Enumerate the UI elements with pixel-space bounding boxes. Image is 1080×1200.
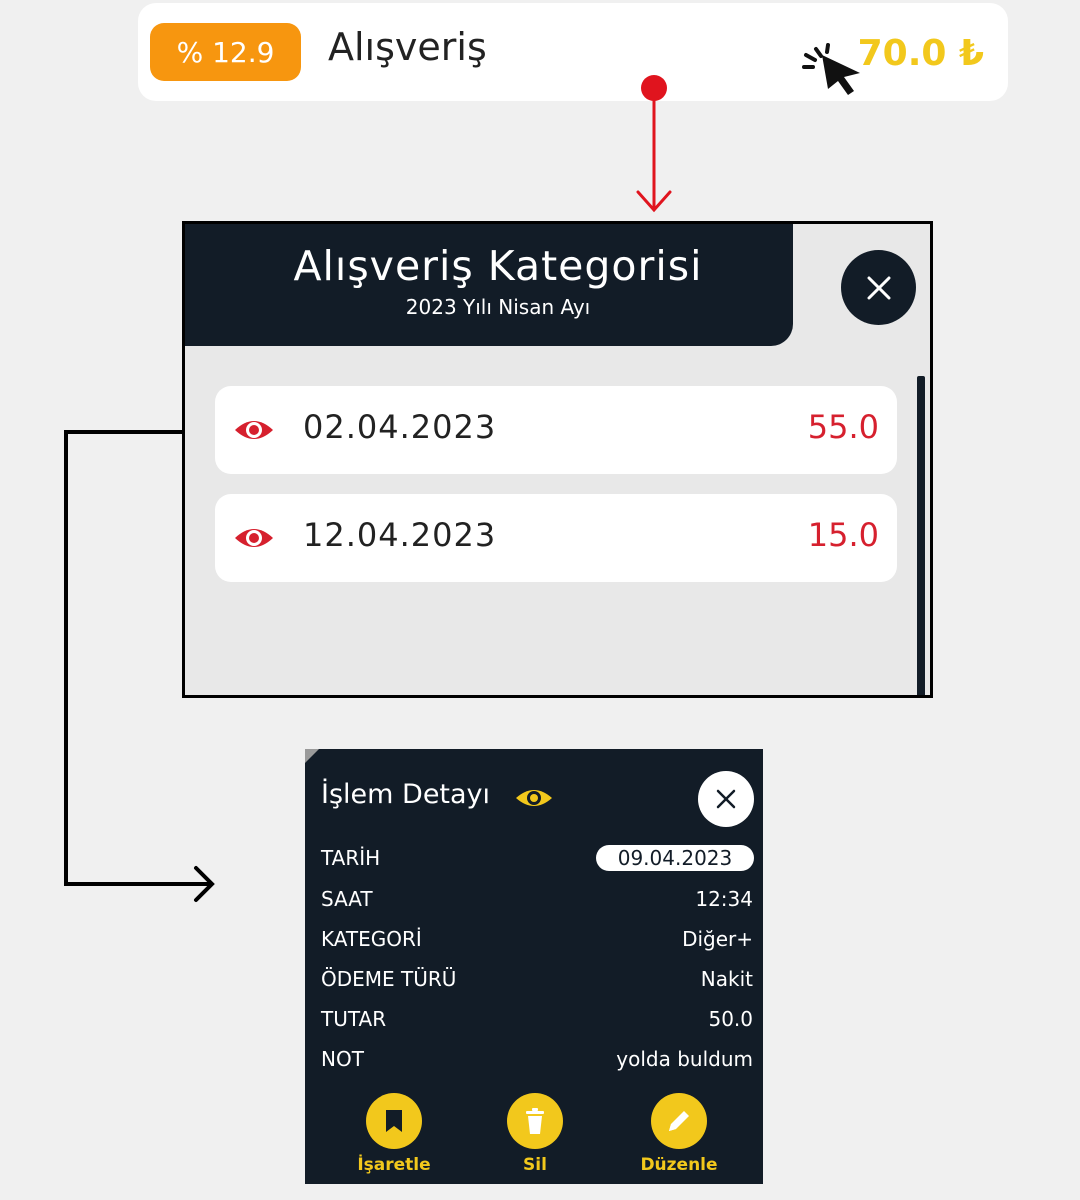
transaction-date: 02.04.2023 <box>303 408 497 446</box>
dialog-title: Alışveriş Kategorisi <box>293 242 703 290</box>
detail-close-button[interactable] <box>698 771 754 827</box>
edit-button-label: Düzenle <box>640 1155 718 1175</box>
field-label-category: KATEGORİ <box>321 927 422 951</box>
dialog-subtitle: 2023 Yılı Nisan Ayı <box>405 295 591 319</box>
transaction-date: 12.04.2023 <box>303 516 497 554</box>
transaction-row[interactable]: 12.04.2023 15.0 <box>215 494 897 582</box>
delete-button-circle <box>507 1093 563 1149</box>
category-name: Alışveriş <box>328 25 487 69</box>
close-icon <box>716 789 736 809</box>
transaction-amount: 55.0 <box>807 408 879 446</box>
mark-button-label: İşaretle <box>357 1155 431 1175</box>
field-value-category: Diğer+ <box>682 927 753 951</box>
scrollbar[interactable] <box>917 376 925 695</box>
field-value-amount: 50.0 <box>708 1007 753 1031</box>
field-value-note: yolda buldum <box>616 1047 753 1071</box>
field-value-time: 12:34 <box>695 887 753 911</box>
delete-button[interactable]: Sil <box>480 1093 590 1175</box>
trash-icon <box>526 1108 544 1134</box>
field-label-date: TARİH <box>321 846 381 870</box>
field-label-amount: TUTAR <box>321 1007 387 1031</box>
transaction-amount: 15.0 <box>807 516 879 554</box>
field-label-payment-type: ÖDEME TÜRÜ <box>321 967 457 991</box>
dialog-header: Alışveriş Kategorisi 2023 Yılı Nisan Ayı <box>185 224 793 346</box>
category-amount: 70.0 ₺ <box>857 33 984 74</box>
click-cursor-icon <box>802 43 860 95</box>
pencil-icon <box>669 1111 689 1131</box>
edit-button[interactable]: Düzenle <box>624 1093 734 1175</box>
mark-button-circle <box>366 1093 422 1149</box>
field-label-time: SAAT <box>321 887 373 911</box>
red-arrow-head <box>636 190 672 213</box>
black-arrow-head-right <box>194 866 215 902</box>
mark-button[interactable]: İşaretle <box>339 1093 449 1175</box>
panel-corner-decoration <box>305 749 319 763</box>
edit-button-circle <box>651 1093 707 1149</box>
transaction-row[interactable]: 02.04.2023 55.0 <box>215 386 897 474</box>
close-icon <box>867 276 890 299</box>
detail-title: İşlem Detayı <box>321 779 491 810</box>
field-value-payment-type: Nakit <box>700 967 753 991</box>
dialog-close-button[interactable] <box>841 250 916 325</box>
percent-badge: % 12.9 <box>150 23 301 81</box>
category-row[interactable]: % 12.9 Alışveriş 70.0 ₺ <box>138 3 1008 101</box>
eye-icon[interactable] <box>233 522 275 554</box>
transaction-detail-panel: İşlem Detayı TARİH 09.04.2023 SAAT 12:34… <box>305 749 763 1184</box>
eye-icon <box>516 790 552 806</box>
eye-icon[interactable] <box>233 414 275 446</box>
category-dialog: Alışveriş Kategorisi 2023 Yılı Nisan Ayı… <box>182 221 933 698</box>
bookmark-icon <box>386 1110 402 1132</box>
field-label-note: NOT <box>321 1047 364 1071</box>
delete-button-label: Sil <box>523 1155 547 1175</box>
field-value-date: 09.04.2023 <box>596 845 754 871</box>
